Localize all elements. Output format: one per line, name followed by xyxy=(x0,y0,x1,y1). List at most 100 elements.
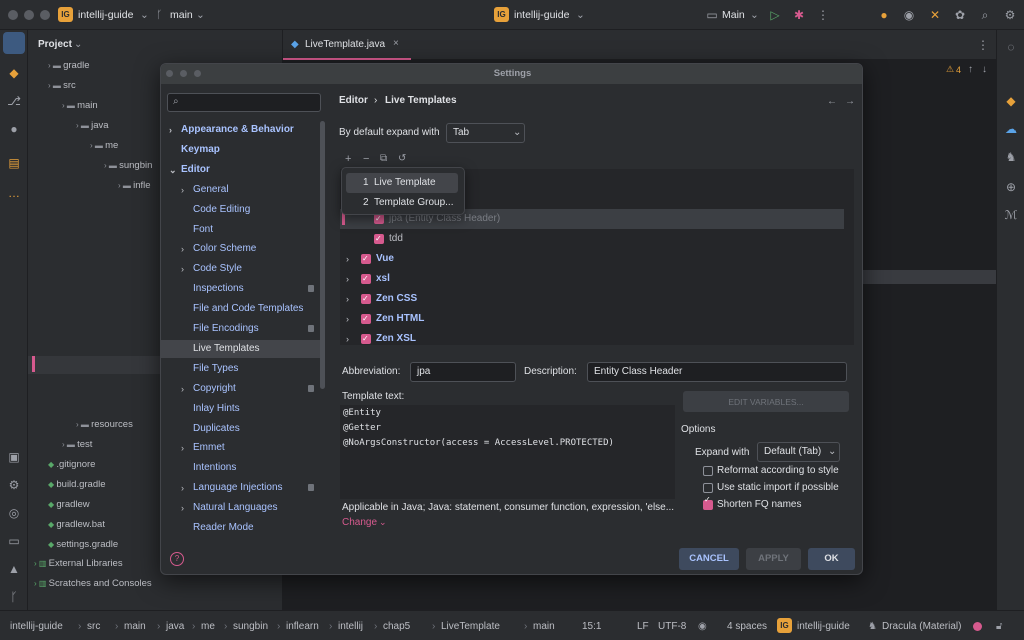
pull-requests-icon[interactable]: ⎇ xyxy=(6,94,22,108)
template-group-row[interactable]: › xsl xyxy=(340,269,844,289)
gradle-icon[interactable]: ♞ xyxy=(1003,150,1019,164)
terminal-icon[interactable]: ▣ xyxy=(6,450,22,464)
template-row[interactable]: tdd xyxy=(340,229,844,249)
option-checkbox[interactable] xyxy=(703,483,713,493)
back-arrow-icon[interactable]: ← xyxy=(827,96,837,107)
project-tree-row[interactable]: › ▬ infle xyxy=(118,178,151,194)
settings-nav-item[interactable]: › Appearance & Behavior xyxy=(161,121,321,139)
maven-icon[interactable]: ℳ xyxy=(1003,208,1019,222)
notifications-icon[interactable]: ▲ xyxy=(6,562,22,576)
project-tree-row[interactable]: › ▥ External Libraries xyxy=(34,556,123,572)
chevron-right-icon[interactable]: › xyxy=(181,380,184,398)
settings-nav-item[interactable]: Duplicates xyxy=(161,420,321,438)
project-tree-row[interactable]: › ▬ java xyxy=(76,118,109,134)
nav-scrollbar[interactable] xyxy=(320,121,325,389)
warning-count[interactable]: 4 xyxy=(956,65,961,75)
template-checkbox[interactable] xyxy=(361,329,371,349)
debug-icon[interactable]: ✱ xyxy=(791,8,807,22)
more-tools-icon[interactable]: … xyxy=(6,186,22,200)
close-tab-icon[interactable]: × xyxy=(393,38,399,49)
problems-icon[interactable]: ◎ xyxy=(6,506,22,520)
settings-nav-item[interactable]: File Encodings xyxy=(161,320,321,338)
chevron-right-icon[interactable]: › xyxy=(181,479,184,497)
chevron-right-icon[interactable]: › xyxy=(181,499,184,517)
project-name[interactable]: intellij-guide xyxy=(78,9,133,21)
edit-variables-button[interactable]: EDIT VARIABLES... xyxy=(683,391,849,412)
project-tree-row[interactable]: › ▬ me xyxy=(90,138,118,154)
settings-nav-item[interactable]: › Code Style xyxy=(161,260,321,278)
status-breadcrumb-item[interactable]: main xyxy=(124,621,146,632)
status-breadcrumb-item[interactable]: src xyxy=(87,621,100,632)
settings-nav-item[interactable]: Reader Mode xyxy=(161,519,321,537)
status-project-name[interactable]: intellij-guide xyxy=(797,621,850,632)
tab-menu-icon[interactable]: ⋮ xyxy=(975,38,991,52)
template-checkbox[interactable] xyxy=(361,309,371,329)
breadcrumb-parent[interactable]: Editor xyxy=(339,95,368,106)
file-encoding[interactable]: UTF-8 xyxy=(658,621,686,632)
description-field[interactable]: Entity Class Header xyxy=(587,362,847,382)
settings-nav-item[interactable]: › Language Injections xyxy=(161,479,321,497)
chevron-right-icon[interactable]: › xyxy=(181,181,184,199)
remove-icon[interactable]: − xyxy=(363,153,369,165)
notifications-icon[interactable]: ◌ xyxy=(1003,40,1019,54)
chevron-right-icon[interactable]: › xyxy=(169,121,172,139)
run-icon[interactable]: ▷ xyxy=(767,8,783,22)
settings-icon[interactable]: ⚙ xyxy=(1002,8,1018,22)
next-highlight-icon[interactable]: ↓ xyxy=(982,64,987,75)
prev-highlight-icon[interactable]: ↑ xyxy=(968,64,973,75)
add-icon[interactable]: + xyxy=(345,153,351,165)
option-checkbox[interactable] xyxy=(703,495,713,510)
project-tree-row[interactable]: › ▬ src xyxy=(48,78,76,94)
template-text-editor[interactable]: @Entity @Getter @NoArgsConstructor(access … xyxy=(340,405,675,499)
read-only-icon[interactable]: ◉ xyxy=(698,621,707,632)
chevron-right-icon[interactable]: › xyxy=(181,240,184,258)
change-context-link[interactable]: Change xyxy=(342,517,377,528)
minimize-window-button[interactable] xyxy=(24,10,34,20)
settings-search-field[interactable]: ⌕ xyxy=(167,93,321,112)
restore-icon[interactable]: ↺ xyxy=(398,153,406,164)
commit-icon[interactable]: ◆ xyxy=(6,66,22,80)
settings-nav-item[interactable]: Inlay Hints xyxy=(161,400,321,418)
project-tree-row[interactable]: › ▬ resources xyxy=(76,417,133,433)
project-panel-title[interactable]: Project xyxy=(38,39,72,50)
status-breadcrumb-item[interactable]: java xyxy=(166,621,184,632)
template-checkbox[interactable] xyxy=(361,249,371,269)
template-checkbox[interactable] xyxy=(374,229,384,249)
settings-nav-item[interactable]: › Natural Languages xyxy=(161,499,321,517)
indent-setting[interactable]: 4 spaces xyxy=(727,621,767,632)
dialog-zoom-button[interactable] xyxy=(194,70,201,77)
template-checkbox[interactable] xyxy=(361,289,371,309)
chevron-down-icon[interactable]: ⌄ xyxy=(169,161,177,179)
project-selector[interactable]: IG xyxy=(58,7,73,22)
ai-icon[interactable]: ✿ xyxy=(952,8,968,22)
caret-position[interactable]: 15:1 xyxy=(582,621,601,632)
chevron-right-icon[interactable]: › xyxy=(346,330,349,348)
template-group-row[interactable]: › Zen CSS xyxy=(340,289,844,309)
status-breadcrumb-item[interactable]: intellij-guide xyxy=(10,621,63,632)
collab-icon[interactable]: ● xyxy=(876,8,892,22)
search-icon[interactable]: ⌕ xyxy=(977,8,993,22)
abbreviation-field[interactable]: jpa xyxy=(410,362,516,382)
template-group-row[interactable]: › Zen HTML xyxy=(340,309,844,329)
settings-nav-item[interactable]: Inspections xyxy=(161,280,321,298)
more-icon[interactable]: ⋮ xyxy=(815,8,831,22)
cancel-button[interactable]: CANCEL xyxy=(679,548,739,570)
github-icon[interactable]: ● xyxy=(6,122,22,136)
dialog-close-button[interactable] xyxy=(166,70,173,77)
project-tree-row[interactable]: ◆ build.gradle xyxy=(48,477,106,493)
structure-icon[interactable]: ▤ xyxy=(6,156,22,170)
center-project-name[interactable]: intellij-guide xyxy=(514,9,569,21)
project-tree-row[interactable]: ◆ gradlew.bat xyxy=(48,517,105,533)
template-checkbox[interactable] xyxy=(374,209,384,229)
dialog-minimize-button[interactable] xyxy=(180,70,187,77)
chevron-right-icon[interactable]: › xyxy=(181,260,184,278)
settings-nav-item[interactable]: File and Code Templates xyxy=(161,300,321,318)
project-tool-button[interactable] xyxy=(3,32,25,54)
expand-with-select[interactable]: Default (Tab) ⌄ xyxy=(757,442,840,462)
option-checkbox[interactable] xyxy=(703,466,713,476)
settings-nav-item[interactable]: ⌄ Editor xyxy=(161,161,321,179)
settings-nav-item[interactable]: Keymap xyxy=(161,141,321,159)
template-group-row[interactable]: › Zen XSL xyxy=(340,329,844,349)
popup-item-template-group[interactable]: 2 Template Group... xyxy=(346,193,458,213)
services-icon[interactable]: ⚙ xyxy=(6,478,22,492)
